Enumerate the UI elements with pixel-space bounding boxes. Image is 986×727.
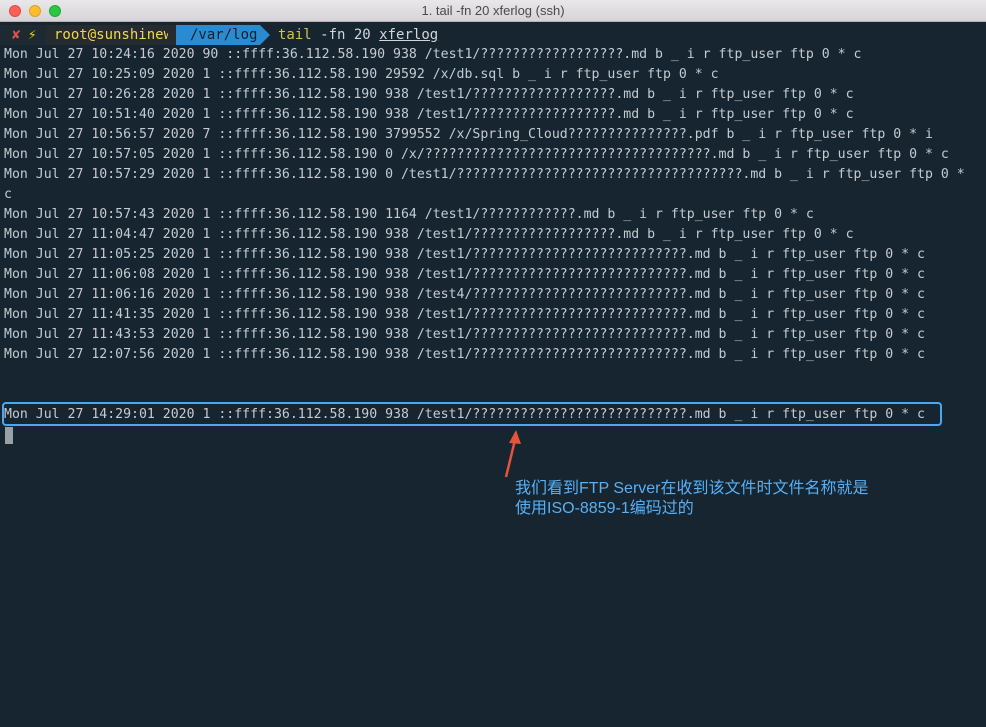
annotation-arrow-icon <box>504 430 521 478</box>
title-bar[interactable]: 1. tail -fn 20 xferlog (ssh) <box>0 0 986 22</box>
window-title: 1. tail -fn 20 xferlog (ssh) <box>421 3 565 18</box>
terminal-window: 1. tail -fn 20 xferlog (ssh) ✘ ⚡ root@su… <box>0 0 986 727</box>
annotation-line-1: 我们看到FTP Server在收到该文件时文件名称就是 <box>515 480 869 497</box>
terminal-area[interactable]: ✘ ⚡ root@sunshinew /var/log tail -fn 20 … <box>0 22 986 727</box>
annotation-text: 我们看到FTP Server在收到该文件时文件名称就是 使用ISO-8859-1… <box>515 479 955 519</box>
annotation-line-2: 使用ISO-8859-1编码过的 <box>515 500 694 517</box>
